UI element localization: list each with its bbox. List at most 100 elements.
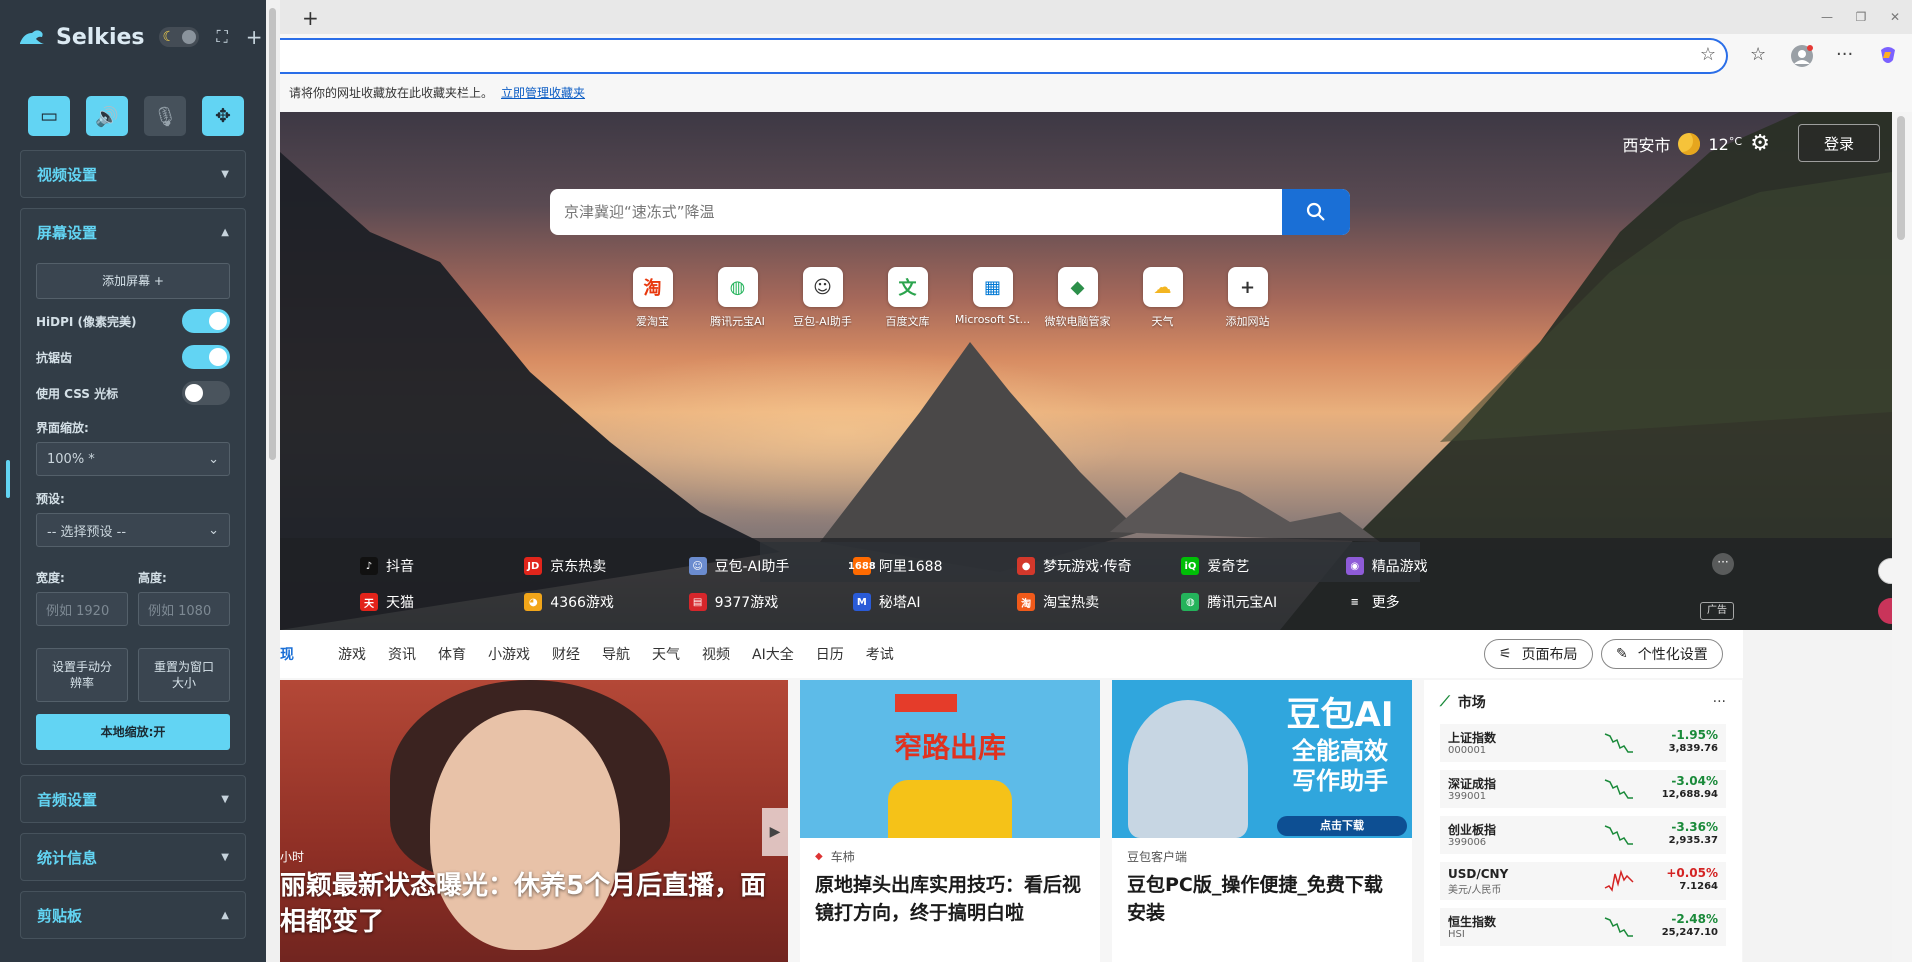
- scrollbar-thumb[interactable]: [269, 8, 276, 460]
- feed-tab[interactable]: 体育: [438, 644, 466, 664]
- hot-link[interactable]: 淘淘宝热卖: [1017, 584, 1181, 620]
- hot-link[interactable]: 天天猫: [360, 584, 524, 620]
- ad-image: 豆包AI 全能高效 写作助手 点击下载: [1112, 680, 1412, 838]
- feed-tab[interactable]: 游戏: [338, 644, 366, 664]
- clipboard-header[interactable]: 剪贴板 ▲: [21, 892, 245, 938]
- personalize-button[interactable]: ✎ 个性化设置: [1601, 639, 1723, 669]
- screen-settings-header[interactable]: 屏幕设置 ▲: [21, 209, 245, 255]
- quick-link[interactable]: + 添加网站: [1205, 267, 1290, 329]
- feed-tab[interactable]: 天气: [652, 644, 680, 664]
- market-row[interactable]: 深证成指 399001 -3.04% 12,688.94: [1440, 770, 1726, 808]
- feed-tab[interactable]: 视频: [702, 644, 730, 664]
- hot-link[interactable]: ● 梦玩游戏·传奇: [1017, 548, 1181, 584]
- feed-tab[interactable]: 考试: [866, 644, 894, 664]
- hot-link[interactable]: ♪ 抖音: [360, 548, 524, 584]
- hot-link[interactable]: JD 京东热卖: [524, 548, 688, 584]
- stats-header[interactable]: 统计信息 ▼: [21, 834, 245, 880]
- width-input[interactable]: 例如 1920: [36, 592, 128, 626]
- feed-tab[interactable]: 日历: [816, 644, 844, 664]
- web-search-box[interactable]: 京津冀迎“速冻式”降温: [550, 189, 1350, 235]
- gamepad-tile[interactable]: ✥: [202, 96, 244, 136]
- height-input[interactable]: 例如 1080: [138, 592, 230, 626]
- market-row[interactable]: 上证指数 000001 -1.95% 3,839.76: [1440, 724, 1726, 762]
- add-screen-button[interactable]: 添加屏幕 +: [36, 263, 230, 299]
- weather-widget[interactable]: 西安市 12°C: [1622, 132, 1742, 156]
- quick-link[interactable]: ◍ 腾讯元宝AI: [695, 267, 780, 329]
- hot-link[interactable]: M 秘塔AI: [852, 584, 1017, 620]
- microphone-tile[interactable]: 🎙: [144, 96, 186, 136]
- ad-title[interactable]: 豆包PC版_操作便捷_免费下载安装: [1112, 865, 1412, 927]
- feed-tab[interactable]: 现: [280, 644, 294, 664]
- feed-tab[interactable]: 导航: [602, 644, 630, 664]
- hidpi-switch[interactable]: [182, 309, 230, 333]
- profile-icon[interactable]: [1790, 44, 1814, 73]
- market-name-block: 恒生指数 HSI: [1448, 915, 1496, 940]
- page-scrollbar[interactable]: [1892, 112, 1912, 962]
- chevron-up-icon: ▲: [221, 909, 229, 921]
- add-icon[interactable]: +: [246, 25, 263, 49]
- news-headline[interactable]: 丽颖最新状态曝光：休养5个月后直播，面相都变了: [280, 868, 780, 940]
- hot-link[interactable]: ▤ 9377游戏: [688, 584, 853, 620]
- local-scale-button[interactable]: 本地缩放:开: [36, 714, 230, 750]
- market-name-block: 深证成指 399001: [1448, 777, 1496, 802]
- scrollbar-thumb[interactable]: [1897, 116, 1905, 240]
- more-options-icon[interactable]: ···: [1712, 553, 1734, 575]
- url-input[interactable]: ☆: [280, 38, 1728, 74]
- display-tile[interactable]: ▭: [28, 96, 70, 136]
- feed-tab[interactable]: 资讯: [388, 644, 416, 664]
- quick-link[interactable]: 淘爱淘宝: [610, 267, 695, 329]
- hidpi-label: HiDPI (像素完美): [36, 314, 137, 329]
- feed-tab[interactable]: 财经: [552, 644, 580, 664]
- feed-tab[interactable]: 小游戏: [488, 644, 530, 664]
- fullscreen-icon[interactable]: ⛶: [217, 27, 228, 47]
- reset-window-size-button[interactable]: 重置为窗口大小: [138, 648, 230, 702]
- hot-link[interactable]: ◉ 精品游戏: [1345, 548, 1510, 584]
- ad-download-button[interactable]: 点击下载: [1277, 816, 1407, 836]
- search-input[interactable]: 京津冀迎“速冻式”降温: [564, 201, 715, 222]
- quick-link[interactable]: ☺ 豆包-AI助手: [780, 267, 865, 329]
- more-options-icon[interactable]: ···: [1713, 694, 1726, 710]
- market-row[interactable]: USD/CNY 美元/人民币 +0.05% 7.1264: [1440, 862, 1726, 900]
- hot-link[interactable]: iQ 爱奇艺: [1181, 548, 1345, 584]
- audio-settings-header[interactable]: 音频设置 ▼: [21, 776, 245, 822]
- minimize-icon[interactable]: —: [1810, 0, 1844, 34]
- star-icon[interactable]: ☆: [1700, 44, 1716, 65]
- quick-link[interactable]: 文百度文库: [865, 267, 950, 329]
- ad-card[interactable]: 豆包AI 全能高效 写作助手 点击下载 豆包客户端 豆包PC版_操作便捷_免费下载安…: [1112, 680, 1412, 962]
- quick-link[interactable]: ▦ Microsoft St...: [950, 267, 1035, 329]
- video-settings-header[interactable]: 视频设置 ▼: [21, 151, 245, 197]
- audio-tile[interactable]: 🔊: [86, 96, 128, 136]
- hot-link[interactable]: ◕ 4366游戏: [524, 584, 688, 620]
- login-button[interactable]: 登录: [1798, 124, 1880, 162]
- scale-select[interactable]: 100% * ⌄: [36, 442, 230, 476]
- copilot-icon[interactable]: [1877, 44, 1899, 71]
- close-icon[interactable]: ✕: [1878, 0, 1912, 34]
- antialias-switch[interactable]: [182, 345, 230, 369]
- restore-icon[interactable]: ❐: [1844, 0, 1878, 34]
- feature-news-card[interactable]: ▶ 小时 丽颖最新状态曝光：休养5个月后直播，面相都变了: [280, 680, 788, 962]
- hot-link[interactable]: 1688 阿里1688: [848, 548, 1017, 584]
- hot-link[interactable]: ☺ 豆包-AI助手: [688, 548, 853, 584]
- css-cursor-switch[interactable]: [182, 381, 230, 405]
- feed-tab[interactable]: AI大全: [752, 644, 794, 664]
- preset-select[interactable]: -- 选择预设 -- ⌄: [36, 513, 230, 547]
- sidebar-scrollbar[interactable]: [266, 0, 280, 962]
- set-manual-resolution-button[interactable]: 设置手动分辨率: [36, 648, 128, 702]
- hot-link[interactable]: ≡ 更多: [1346, 584, 1510, 620]
- search-button[interactable]: [1282, 189, 1350, 235]
- favorites-icon[interactable]: ☆: [1750, 44, 1766, 65]
- quick-link[interactable]: ☁ 天气: [1120, 267, 1205, 329]
- manage-favorites-link[interactable]: 立即管理收藏夹: [501, 86, 585, 100]
- next-arrow-icon[interactable]: ▶: [762, 808, 788, 856]
- page-layout-button[interactable]: ⚟ 页面布局: [1484, 639, 1593, 669]
- news-card[interactable]: 窄路出库 ◆ 车柿 原地掉头出库实用技巧：看后视镜打方向，终于搞明白啦: [800, 680, 1100, 962]
- news-title[interactable]: 原地掉头出库实用技巧：看后视镜打方向，终于搞明白啦: [800, 865, 1100, 927]
- new-tab-button[interactable]: +: [302, 6, 319, 30]
- hot-link[interactable]: ◍ 腾讯元宝AI: [1181, 584, 1345, 620]
- theme-toggle[interactable]: ☾: [158, 27, 199, 47]
- more-menu-icon[interactable]: ···: [1836, 44, 1853, 65]
- quick-link[interactable]: ◆ 微软电脑管家: [1035, 267, 1120, 329]
- market-row[interactable]: 恒生指数 HSI -2.48% 25,247.10: [1440, 908, 1726, 946]
- gear-icon[interactable]: ⚙: [1750, 131, 1770, 156]
- market-row[interactable]: 创业板指 399006 -3.36% 2,935.37: [1440, 816, 1726, 854]
